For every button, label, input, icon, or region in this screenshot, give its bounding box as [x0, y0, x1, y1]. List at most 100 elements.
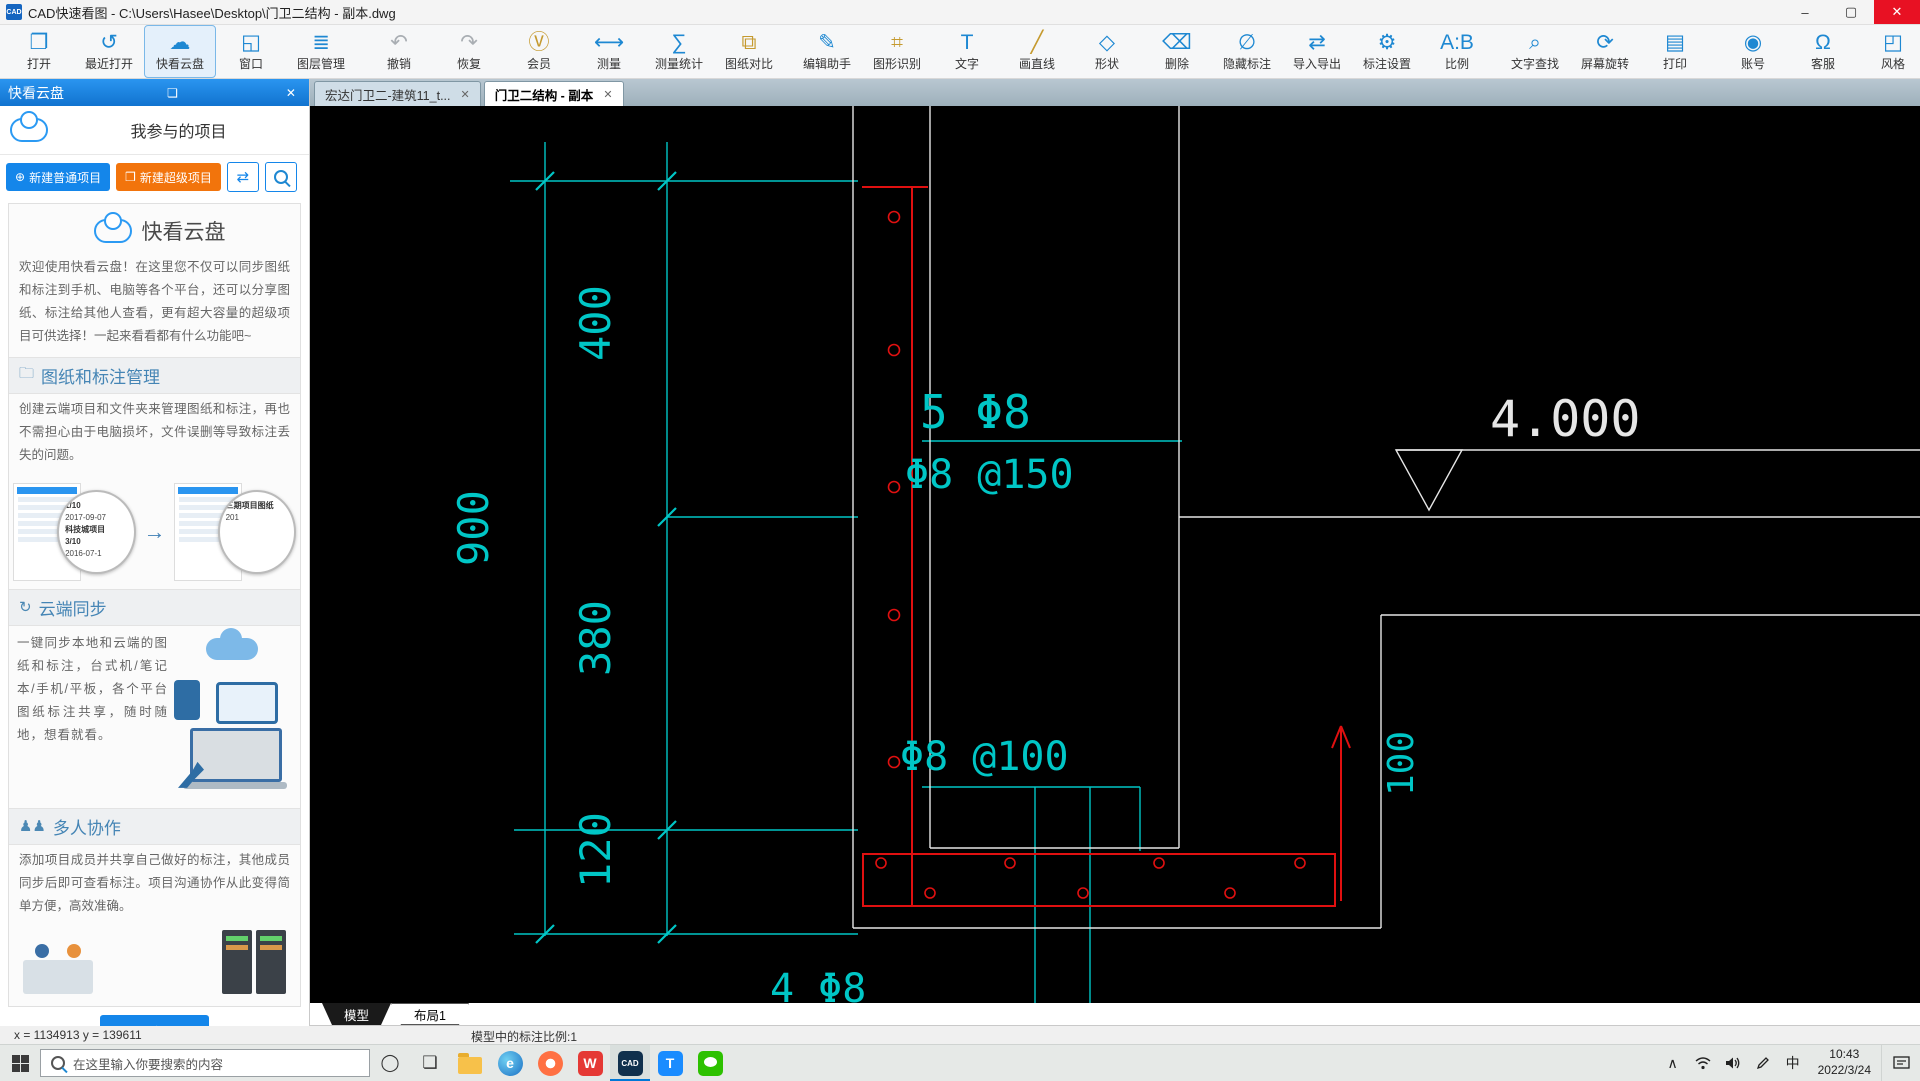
taskbar-search-input[interactable]: 在这里输入你要搜索的内容 [40, 1049, 370, 1077]
layers-icon: ≣ [312, 31, 330, 54]
model-tab[interactable]: 模型 [322, 1003, 391, 1025]
welcome-paragraph: 欢迎使用快看云盘！在这里您不仅可以同步图纸和标注到手机、电脑等各个平台，还可以分… [19, 260, 290, 344]
edit-assistant-button[interactable]: ✎ 编辑助手 [792, 25, 862, 78]
measure-button[interactable]: ⟷ 测量 [574, 25, 644, 78]
desk-shape [23, 944, 93, 995]
drawing-compare-button[interactable]: ⧉ 图纸对比 [714, 25, 784, 78]
tim-taskbar-icon[interactable]: T [650, 1045, 690, 1081]
section1-paragraph: 创建云端项目和文件夹来管理图纸和标注，再也不需担心由于电脑损坏，文件误删等导致标… [19, 401, 290, 462]
scale-button[interactable]: A:B 比例 [1422, 25, 1492, 78]
minimize-button[interactable]: – [1782, 0, 1828, 24]
dim-400: 400 [571, 285, 620, 361]
browser-taskbar-icon[interactable] [530, 1045, 570, 1081]
shapes-icon: ◇ [1098, 31, 1116, 54]
measure-stats-button[interactable]: ∑ 测量统计 [644, 25, 714, 78]
volume-icon[interactable] [1718, 1045, 1748, 1081]
cortana-button[interactable]: ◯ [370, 1045, 410, 1081]
doc-tab-building[interactable]: 宏达门卫二-建筑11_t... ✕ [314, 81, 481, 106]
recent-open-button[interactable]: ↺ 最近打开 [74, 25, 144, 78]
cursor-coordinates: x = 1134913 y = 139611 [14, 1028, 142, 1042]
taskbar-clock[interactable]: 10:43 2022/3/24 [1808, 1047, 1881, 1078]
plus-circle-icon: ⊕ [15, 170, 26, 184]
eraser-icon: ⌫ [1162, 31, 1192, 54]
deleted-projects-button[interactable]: 已删除项目 [99, 1015, 209, 1026]
layer-manager-button[interactable]: ≣ 图层管理 [286, 25, 356, 78]
rebar-lines [862, 186, 1351, 907]
cloud-icon: ☁ [169, 31, 191, 54]
edge-taskbar-icon[interactable]: e [490, 1045, 530, 1081]
recognize-frame-icon: ⌗ [891, 31, 903, 54]
main-toolbar: ❐ 打开 ↺ 最近打开 ☁ 快看云盘 ◱ 窗口 ≣ 图层管理 ↶ 撤销 ↷ 恢复 Ⓥ 会员 ⟷ 测… [0, 25, 1920, 79]
new-normal-project-button[interactable]: ⊕ 新建普通项目 [6, 163, 111, 191]
tim-icon: T [657, 1050, 683, 1076]
redo-button[interactable]: ↷ 恢复 [434, 25, 504, 78]
customer-service-button[interactable]: Ω 客服 [1788, 25, 1858, 78]
section-cloud-sync: ↻ 云端同步 [9, 588, 300, 626]
open-button[interactable]: ❐ 打开 [4, 25, 74, 78]
wechat-taskbar-icon[interactable] [690, 1045, 730, 1081]
cloud-icon [93, 212, 132, 243]
ime-indicator[interactable]: 中 [1778, 1045, 1808, 1081]
task-view-button[interactable]: ❏ [410, 1045, 450, 1081]
search-project-button[interactable] [264, 162, 297, 192]
import-export-button[interactable]: ⇄ 导入导出 [1282, 25, 1352, 78]
screen-rotate-button[interactable]: ⟳ 屏幕旋转 [1570, 25, 1640, 78]
panel-close-icon[interactable]: ✕ [281, 86, 301, 100]
dimension-texts: 400 900 380 120 100 5 Φ8 Φ8 @150 Φ8 @100… [449, 285, 1422, 1012]
undo-arrow-icon: ↶ [390, 31, 408, 54]
panel-float-icon[interactable]: ❏ [162, 86, 183, 100]
layout1-tab[interactable]: 布局1 [391, 1003, 469, 1025]
windows-logo-icon [11, 1054, 29, 1072]
rebar-label-phi8-100: Φ8 @100 [900, 734, 1069, 780]
rebar-label-5phi8: 5 Φ8 [920, 385, 1031, 439]
style-button[interactable]: ◰ 风格 [1858, 25, 1920, 78]
tab-close-icon[interactable]: ✕ [460, 88, 469, 101]
window-controls: – ▢ ✕ [1782, 0, 1920, 24]
wps-icon: W [577, 1050, 603, 1076]
window-button[interactable]: ◱ 窗口 [216, 25, 286, 78]
vip-member-button[interactable]: Ⓥ 会员 [504, 25, 574, 78]
text-search-button[interactable]: ⌕ 文字查找 [1500, 25, 1570, 78]
start-button[interactable] [0, 1045, 40, 1081]
windows-taskbar: 在这里输入你要搜索的内容 ◯ ❏ e W CAD T ∧ 中 10:43 202… [0, 1044, 1920, 1081]
print-button[interactable]: ▤ 打印 [1640, 25, 1710, 78]
maximize-button[interactable]: ▢ [1828, 0, 1874, 24]
dwg-file-icon: 🗀 [19, 364, 35, 382]
delete-button[interactable]: ⌫ 删除 [1142, 25, 1212, 78]
dim-120: 120 [571, 812, 620, 888]
notification-icon [1892, 1055, 1910, 1069]
tab-close-icon[interactable]: ✕ [603, 88, 612, 101]
cloud-drive-button[interactable]: ☁ 快看云盘 [144, 25, 216, 78]
sync-button[interactable]: ⇄ [226, 162, 259, 192]
shapes-button[interactable]: ◇ 形状 [1072, 25, 1142, 78]
magnifier-detail-2: 三期项目图纸 201 [217, 489, 296, 574]
file-explorer-taskbar-icon[interactable] [450, 1045, 490, 1081]
doc-tab-structure-active[interactable]: 门卫二结构 - 副本 ✕ [483, 81, 624, 106]
section-collaboration: ♟♟ 多人协作 [9, 807, 300, 845]
wps-taskbar-icon[interactable]: W [570, 1045, 610, 1081]
cad-drawing-canvas[interactable]: 400 900 380 120 100 5 Φ8 Φ8 @150 Φ8 @100… [310, 106, 1920, 1012]
hide-annotations-button[interactable]: ∅ 隐藏标注 [1212, 25, 1282, 78]
pen-icon[interactable] [1748, 1045, 1778, 1081]
tray-chevron-icon[interactable]: ∧ [1658, 1045, 1688, 1081]
new-super-project-button[interactable]: ❒ 新建超级项目 [116, 163, 221, 191]
eye-slash-icon: ∅ [1237, 31, 1257, 54]
shape-recognition-button[interactable]: ⌗ 图形识别 [862, 25, 932, 78]
gear-icon: ⚙ [1377, 31, 1397, 54]
close-button[interactable]: ✕ [1874, 0, 1920, 24]
wifi-icon[interactable] [1688, 1045, 1718, 1081]
action-center-button[interactable] [1881, 1045, 1920, 1081]
rebar-label-4phi8: 4 Φ8 [770, 966, 866, 1003]
text-tool-button[interactable]: T 文字 [932, 25, 1002, 78]
annotation-settings-button[interactable]: ⚙ 标注设置 [1352, 25, 1422, 78]
draw-line-button[interactable]: ╱ 画直线 [1002, 25, 1072, 78]
system-tray: ∧ 中 10:43 2022/3/24 [1658, 1045, 1920, 1081]
cad-viewer-taskbar-icon[interactable]: CAD [610, 1045, 650, 1081]
redo-arrow-icon: ↷ [460, 31, 478, 54]
undo-button[interactable]: ↶ 撤销 [364, 25, 434, 78]
window-frame-icon: ◱ [241, 31, 261, 54]
printer-icon: ▤ [1665, 31, 1685, 54]
account-button[interactable]: ◉ 账号 [1718, 25, 1788, 78]
dim-380: 380 [571, 600, 620, 676]
search-icon [273, 170, 288, 184]
